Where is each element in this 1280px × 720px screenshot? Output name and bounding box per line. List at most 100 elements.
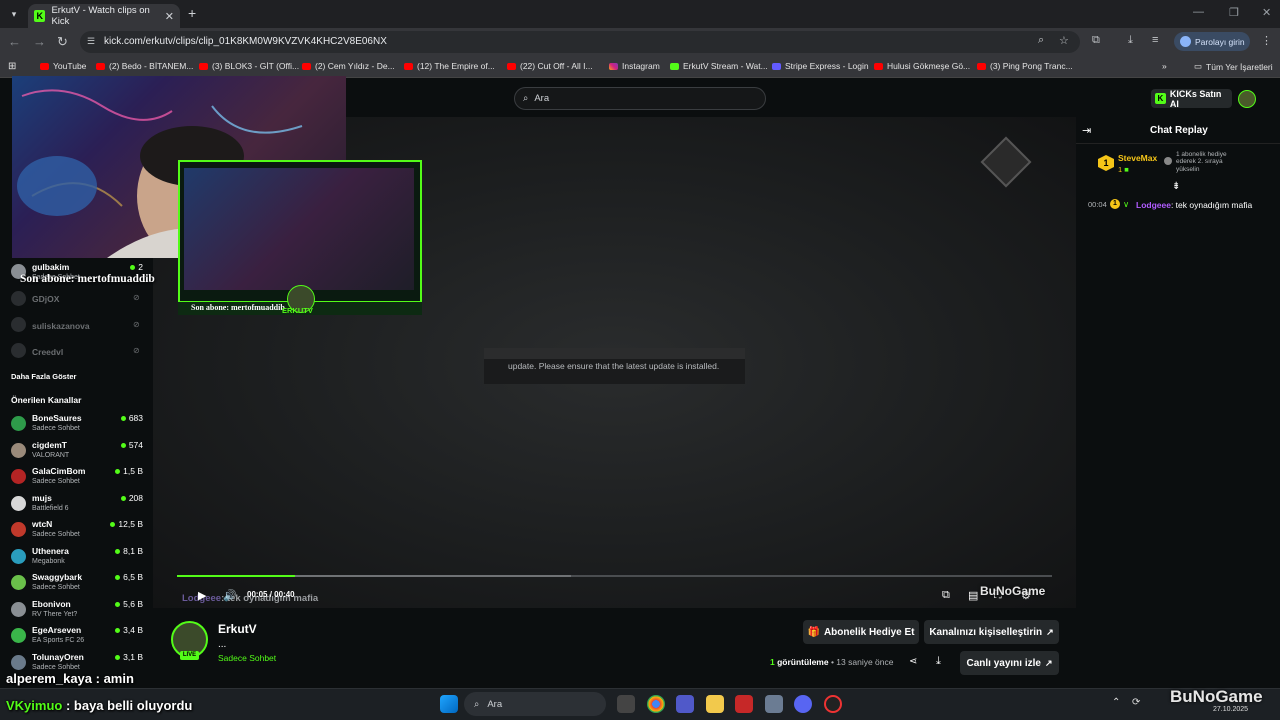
- buy-kicks-button[interactable]: K KICKs Satın Al: [1151, 88, 1232, 109]
- avatar[interactable]: [11, 317, 26, 332]
- chat-message-user[interactable]: Lodgeee: [1136, 200, 1171, 210]
- avatar[interactable]: [11, 291, 26, 306]
- watch-live-label: Canlı yayını izle: [966, 657, 1041, 669]
- sidebar-channel-name[interactable]: Creedvl: [32, 347, 63, 357]
- customize-channel-button[interactable]: Kanalınızı kişiselleştirin ↗: [924, 620, 1059, 644]
- miniplayer-icon[interactable]: ⧉: [942, 589, 950, 602]
- sidebar-channel-name[interactable]: Swaggybark: [32, 572, 82, 582]
- sidebar-channel-name[interactable]: BoneSaures: [32, 413, 82, 423]
- download-icon[interactable]: ⤓: [1128, 34, 1133, 47]
- time-current: 00:05: [247, 590, 268, 599]
- sidebar-channel-name[interactable]: suliskazanova: [32, 321, 90, 331]
- minimize-icon[interactable]: —: [1193, 6, 1204, 18]
- chrome-icon[interactable]: [647, 695, 665, 713]
- app-icon-2[interactable]: [765, 695, 783, 713]
- sidebar-channel-name[interactable]: Ebonivon: [32, 599, 71, 609]
- kick-search-input[interactable]: ⌕ Ara: [514, 87, 766, 110]
- extensions-icon[interactable]: ⧉: [1092, 34, 1100, 47]
- recommended-channels-heading: Önerilen Kanallar: [11, 395, 82, 405]
- apps-icon[interactable]: ⊞: [8, 61, 16, 72]
- overlay-chat-text: : amin: [95, 671, 134, 686]
- viewer-count-value: 574: [128, 440, 143, 450]
- sidebar-channel-name[interactable]: cigdemT: [32, 440, 67, 450]
- close-window-icon[interactable]: ✕: [1262, 6, 1271, 19]
- bookmark-item[interactable]: (3) Ping Pong Tranc...: [977, 61, 1073, 71]
- show-more-link[interactable]: Daha Fazla Göster: [11, 372, 76, 381]
- new-tab-button[interactable]: +: [188, 5, 196, 21]
- sidebar-channel-name[interactable]: GDjOX: [32, 294, 59, 304]
- play-icon[interactable]: ▶: [198, 589, 206, 602]
- rank-badge-icon: 1: [1110, 199, 1120, 209]
- discord-icon[interactable]: [794, 695, 812, 713]
- obs-icon[interactable]: [824, 695, 842, 713]
- tab-search-icon[interactable]: ▾: [6, 6, 22, 22]
- close-tab-icon[interactable]: ✕: [165, 10, 174, 23]
- bookmark-item[interactable]: (3) BLOK3 - GİT (Offi...: [199, 61, 299, 71]
- watermark-taskbar: BuNoGame: [1170, 687, 1263, 706]
- site-info-icon[interactable]: ☰: [87, 36, 95, 47]
- media-icon[interactable]: ≡: [1152, 34, 1158, 46]
- collapse-chat-icon[interactable]: ⇥: [1082, 124, 1091, 137]
- overlay-chat-user: Kyimuo: [14, 698, 63, 713]
- streamer-name[interactable]: ErkutV: [218, 622, 257, 636]
- avatar[interactable]: [11, 343, 26, 358]
- tab-active[interactable]: K ErkutV - Watch clips on Kick ✕: [28, 4, 180, 28]
- forward-icon[interactable]: →: [33, 34, 46, 49]
- sidebar-channel-name[interactable]: wtcN: [32, 519, 52, 529]
- buy-kicks-label: KICKs Satın Al: [1169, 88, 1222, 109]
- task-view-icon[interactable]: [617, 695, 635, 713]
- pinned-text: 1 abonelik hediye ederek 2. sıraya yükse…: [1176, 151, 1227, 173]
- sidebar-channel-name[interactable]: GalaCimBom: [32, 466, 85, 476]
- clip-category[interactable]: Sadece Sohbet: [218, 653, 276, 663]
- download-clip-icon[interactable]: ⤓: [936, 655, 941, 668]
- bookmark-item[interactable]: Instagram: [609, 61, 660, 71]
- customize-channel-label: Kanalınızı kişiselleştirin: [929, 626, 1043, 638]
- sidebar-channel-name[interactable]: TolunayOren: [32, 652, 84, 662]
- scroll-down-icon[interactable]: ⇟: [1172, 181, 1180, 192]
- teams-icon[interactable]: [676, 695, 694, 713]
- sidebar-channel-name[interactable]: Uthenera: [32, 546, 69, 556]
- youtube-icon: [40, 62, 49, 70]
- search-icon: ⌕: [474, 698, 480, 710]
- menu-icon[interactable]: ⋮: [1261, 34, 1272, 47]
- all-bookmarks-button[interactable]: ▭ Tüm Yer İşaretleri: [1194, 61, 1273, 72]
- app-icon[interactable]: [735, 695, 753, 713]
- bookmark-item[interactable]: (2) Bedo - BİTANEM...: [96, 61, 193, 71]
- user-avatar[interactable]: [1238, 90, 1256, 108]
- bookmark-item[interactable]: ErkutV Stream - Wat...: [670, 61, 768, 71]
- sidebar-channel-name[interactable]: gulbakim: [32, 262, 69, 272]
- maximize-icon[interactable]: ❐: [1229, 6, 1239, 19]
- viewer-count: 6,5 B: [104, 572, 143, 582]
- theater-mode-icon[interactable]: ▤: [968, 589, 978, 602]
- viewer-count: 5,6 B: [104, 599, 143, 609]
- bookmark-label: Hulusi Gökmeşe Gö...: [887, 61, 971, 71]
- reload-icon[interactable]: ↻: [57, 34, 68, 50]
- sidebar-channel-name[interactable]: mujs: [32, 493, 52, 503]
- bookmark-item[interactable]: Hulusi Gökmeşe Gö...: [874, 61, 970, 71]
- share-icon[interactable]: ⋖: [909, 656, 917, 667]
- gift-subscription-button[interactable]: 🎁 Abonelik Hediye Et: [803, 620, 919, 644]
- file-explorer-icon[interactable]: [706, 695, 724, 713]
- volume-icon[interactable]: 🔊: [223, 589, 237, 602]
- bookmark-item[interactable]: (22) Cut Off - All I...: [507, 61, 593, 71]
- back-icon[interactable]: ←: [8, 34, 21, 49]
- watch-live-button[interactable]: Canlı yayını izle ↗: [960, 651, 1059, 675]
- taskbar-search[interactable]: ⌕ Ara: [464, 692, 606, 716]
- bookmark-item[interactable]: (12) The Empire of...: [404, 61, 495, 71]
- pinned-user[interactable]: SteveMax: [1118, 153, 1157, 163]
- start-icon[interactable]: [440, 695, 458, 713]
- offline-icon: ⊘: [133, 293, 140, 302]
- bookmarks-overflow-button[interactable]: »: [1162, 61, 1167, 71]
- bookmark-item[interactable]: Stripe Express - Login: [772, 61, 869, 71]
- tray-overflow-icon[interactable]: ⌃: [1112, 697, 1120, 708]
- bookmark-item[interactable]: (2) Cem Yıldız - De...: [302, 61, 395, 71]
- live-dot-icon: [115, 575, 121, 581]
- profile-signin-button[interactable]: Parolayı girin: [1174, 32, 1250, 51]
- zoom-icon[interactable]: ⌕: [1038, 34, 1044, 47]
- tray-sync-icon[interactable]: ⟳: [1132, 697, 1140, 708]
- sidebar-channel-name[interactable]: EgeArseven: [32, 625, 81, 635]
- live-dot-icon: [130, 265, 136, 271]
- bookmark-star-icon[interactable]: ☆: [1059, 34, 1069, 47]
- sidebar-channel-category: Battlefield 6: [32, 505, 69, 512]
- bookmark-item[interactable]: YouTube: [40, 61, 86, 71]
